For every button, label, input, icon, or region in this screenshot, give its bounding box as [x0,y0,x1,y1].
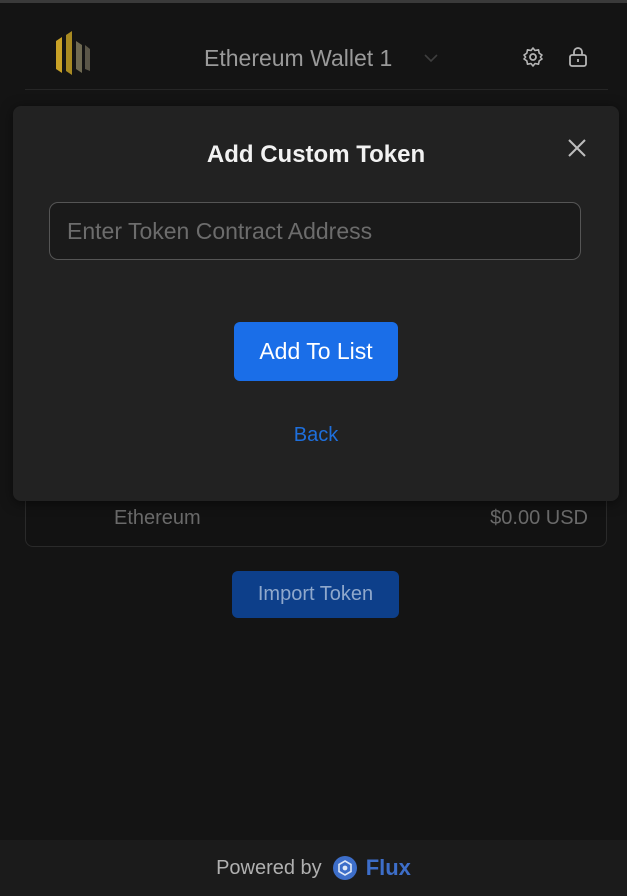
lock-icon[interactable] [566,45,590,69]
gear-icon[interactable] [521,45,545,69]
back-link[interactable]: Back [13,424,619,447]
wallet-name: Ethereum Wallet 1 [204,44,393,71]
wallet-selector[interactable]: Ethereum Wallet 1 [204,41,440,75]
add-to-list-button[interactable]: Add To List [234,322,398,381]
wallet-window: Ethereum Wallet 1 Ethereum $0.00 USD Imp… [0,0,627,896]
import-token-button[interactable]: Import Token [232,571,399,618]
asset-value: $0.00 USD [490,507,588,529]
add-custom-token-modal: Add Custom Token Add To List Back [13,106,619,501]
powered-by-text: Powered by [216,856,322,879]
header: Ethereum Wallet 1 [0,3,627,89]
wallet-logo-icon [56,31,90,75]
flux-logo-icon [332,856,357,880]
footer: Powered by Flux [0,840,627,896]
asset-name: Ethereum [114,507,201,529]
close-icon[interactable] [565,136,589,160]
token-contract-address-input[interactable] [49,202,581,260]
modal-title: Add Custom Token [206,141,426,168]
flux-brand[interactable]: Flux [366,855,411,881]
chevron-down-icon [424,54,438,63]
header-divider [25,89,608,90]
